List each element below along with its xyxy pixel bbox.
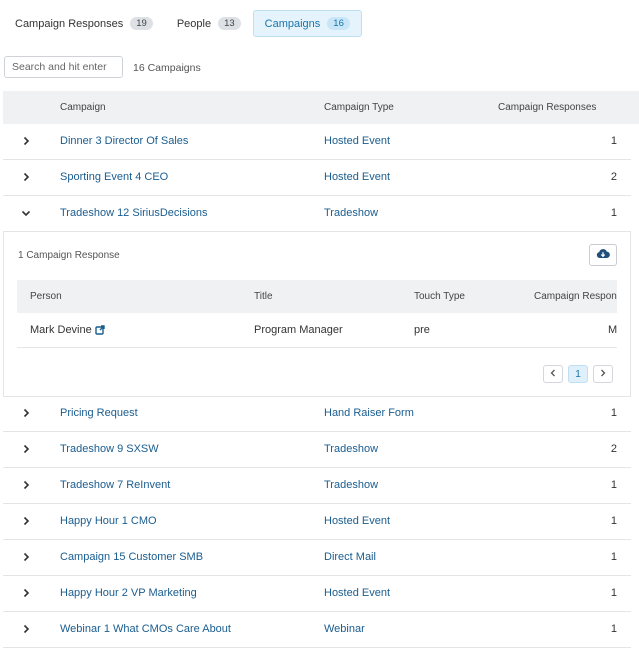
table-row: Tradeshow 9 SXSW Tradeshow 2 xyxy=(3,432,631,468)
chevron-down-icon[interactable] xyxy=(21,207,31,219)
tab-label: People xyxy=(176,17,212,30)
next-page-button[interactable] xyxy=(593,365,613,383)
external-link-icon xyxy=(95,325,105,335)
table-row: Happy Hour 1 CMO Hosted Event 1 xyxy=(3,504,631,540)
tab-campaigns[interactable]: Campaigns 16 xyxy=(252,10,362,37)
tab-people[interactable]: People 13 xyxy=(165,10,253,37)
column-header-campaign-type[interactable]: Campaign Type xyxy=(324,102,394,113)
column-header-touch-type[interactable]: Touch Type xyxy=(414,291,465,302)
table-row: Sporting Event 4 CEO Hosted Event 2 xyxy=(3,160,631,196)
responses-table-header: Person Title Touch Type Campaign Respon xyxy=(17,280,617,313)
campaign-type-link[interactable]: Hosted Event xyxy=(324,515,390,527)
column-header-campaign-responses[interactable]: Campaign Responses xyxy=(498,102,596,113)
response-count: 1 xyxy=(610,479,617,491)
table-row: Tradeshow 7 ReInvent Tradeshow 1 xyxy=(3,468,631,504)
chevron-right-icon[interactable] xyxy=(21,587,31,599)
column-header-campaign[interactable]: Campaign xyxy=(60,102,106,113)
panel-title: 1 Campaign Response xyxy=(18,250,120,261)
chevron-right-icon[interactable] xyxy=(21,443,31,455)
campaign-type-link[interactable]: Hosted Event xyxy=(324,135,390,147)
campaign-type-link[interactable]: Tradeshow xyxy=(324,207,378,219)
person-link[interactable]: Mark Devine xyxy=(30,324,105,336)
previous-page-button[interactable] xyxy=(543,365,563,383)
column-header-person[interactable]: Person xyxy=(30,291,62,302)
campaign-type-link[interactable]: Tradeshow xyxy=(324,443,378,455)
chevron-right-icon[interactable] xyxy=(21,623,31,635)
table-header: Campaign Campaign Type Campaign Response… xyxy=(3,91,639,124)
table-row: Dinner 3 Director Of Sales Hosted Event … xyxy=(3,124,631,160)
response-count: 1 xyxy=(610,623,617,635)
campaign-name-link[interactable]: Tradeshow 12 SiriusDecisions xyxy=(60,207,208,219)
response-row: Mark Devine Program Manager pre M xyxy=(17,313,617,348)
campaign-name-link[interactable]: Happy Hour 2 VP Marketing xyxy=(60,587,197,599)
campaign-name-link[interactable]: Happy Hour 1 CMO xyxy=(60,515,157,527)
current-page[interactable]: 1 xyxy=(568,365,588,383)
chevron-right-icon[interactable] xyxy=(21,515,31,527)
count-badge: 16 xyxy=(327,17,350,30)
pagination: 1 xyxy=(543,365,613,383)
campaign-name-link[interactable]: Pricing Request xyxy=(60,407,138,419)
campaign-type-link[interactable]: Webinar xyxy=(324,623,365,635)
person-title: Program Manager xyxy=(254,324,343,336)
response-count: 1 xyxy=(610,587,617,599)
column-header-title[interactable]: Title xyxy=(254,291,273,302)
person-name: Mark Devine xyxy=(30,324,92,336)
download-button[interactable] xyxy=(589,244,617,266)
table-row: Campaign 15 Customer SMB Direct Mail 1 xyxy=(3,540,631,576)
chevron-right-icon[interactable] xyxy=(21,135,31,147)
chevron-right-icon[interactable] xyxy=(21,171,31,183)
campaign-name-link[interactable]: Campaign 15 Customer SMB xyxy=(60,551,203,563)
campaign-response-value: M xyxy=(608,324,617,336)
table-row: Webinar 1 What CMOs Care About Webinar 1 xyxy=(3,612,631,648)
chevron-right-icon[interactable] xyxy=(21,551,31,563)
campaign-name-link[interactable]: Dinner 3 Director Of Sales xyxy=(60,135,188,147)
response-count: 1 xyxy=(610,135,617,147)
search-input[interactable] xyxy=(4,56,123,78)
table-row: Pricing Request Hand Raiser Form 1 xyxy=(3,396,631,432)
response-count: 2 xyxy=(610,443,617,455)
table-row: Happy Hour 2 VP Marketing Hosted Event 1 xyxy=(3,576,631,612)
campaign-type-link[interactable]: Tradeshow xyxy=(324,479,378,491)
campaign-count: 16 Campaigns xyxy=(133,62,201,74)
tab-campaign-responses[interactable]: Campaign Responses 19 xyxy=(3,10,165,37)
campaign-type-link[interactable]: Hand Raiser Form xyxy=(324,407,414,419)
campaign-name-link[interactable]: Tradeshow 9 SXSW xyxy=(60,443,159,455)
response-count: 1 xyxy=(610,551,617,563)
tab-label: Campaign Responses xyxy=(15,17,124,30)
response-count: 1 xyxy=(610,407,617,419)
column-header-campaign-response[interactable]: Campaign Respon xyxy=(534,291,617,302)
touch-type: pre xyxy=(414,324,430,336)
tab-label: Campaigns xyxy=(264,17,321,30)
table-row-expanded: Tradeshow 12 SiriusDecisions Tradeshow 1 xyxy=(3,196,631,232)
campaign-responses-panel: 1 Campaign Response Person Title Touch T… xyxy=(3,232,631,397)
response-count: 1 xyxy=(610,515,617,527)
campaign-type-link[interactable]: Hosted Event xyxy=(324,171,390,183)
response-count: 2 xyxy=(610,171,617,183)
campaign-type-link[interactable]: Direct Mail xyxy=(324,551,376,563)
count-badge: 19 xyxy=(130,17,153,30)
cloud-download-icon xyxy=(596,248,610,262)
chevron-right-icon[interactable] xyxy=(21,407,31,419)
response-count: 1 xyxy=(610,207,617,219)
campaign-name-link[interactable]: Sporting Event 4 CEO xyxy=(60,171,168,183)
campaign-name-link[interactable]: Webinar 1 What CMOs Care About xyxy=(60,623,231,635)
chevron-right-icon xyxy=(600,369,606,380)
tab-bar: Campaign Responses 19 People 13 Campaign… xyxy=(3,10,362,37)
chevron-right-icon[interactable] xyxy=(21,479,31,491)
campaign-type-link[interactable]: Hosted Event xyxy=(324,587,390,599)
chevron-left-icon xyxy=(550,369,556,380)
campaign-name-link[interactable]: Tradeshow 7 ReInvent xyxy=(60,479,170,491)
count-badge: 13 xyxy=(218,17,241,30)
